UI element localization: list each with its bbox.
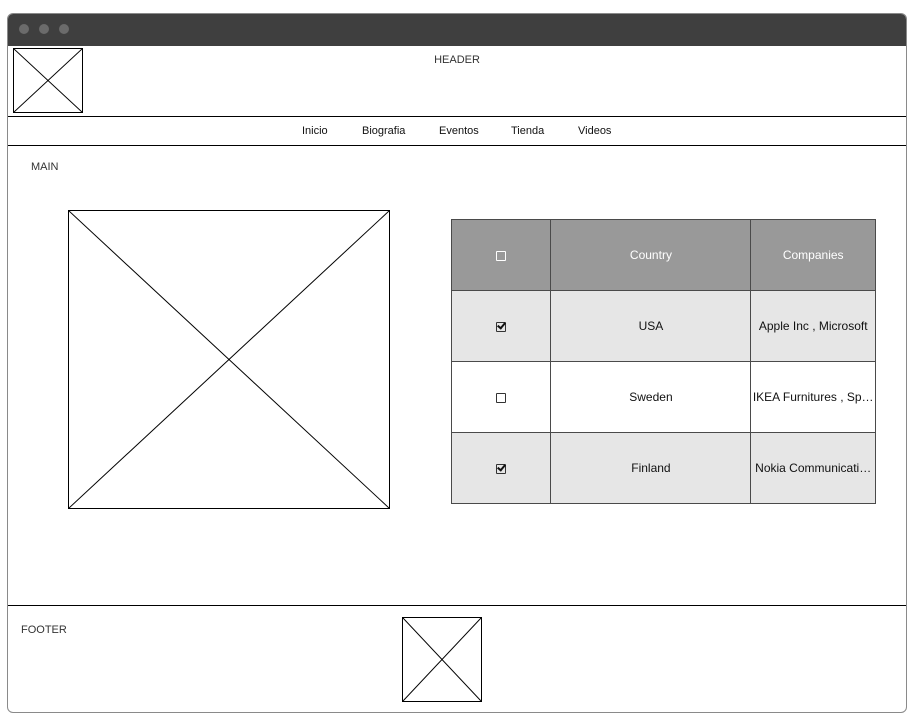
companies-cell: Nokia Communicati… bbox=[750, 432, 876, 504]
header-label: HEADER bbox=[434, 54, 480, 66]
nav-item-biografia[interactable]: Biografia bbox=[362, 125, 405, 137]
table-header-row: Country Companies bbox=[450, 219, 876, 291]
row-checkbox[interactable] bbox=[496, 392, 507, 403]
table-row[interactable]: USA Apple Inc , Microsoft bbox=[450, 290, 876, 362]
column-header-country[interactable]: Country bbox=[550, 219, 752, 291]
row-checkbox-cell bbox=[450, 361, 552, 433]
companies-cell: Apple Inc , Microsoft bbox=[750, 290, 876, 362]
table-row[interactable]: Sweden IKEA Furnitures , Sp… bbox=[450, 361, 876, 433]
maximize-dot-icon[interactable] bbox=[59, 24, 69, 34]
nav-item-eventos[interactable]: Eventos bbox=[439, 125, 479, 137]
companies-cell: IKEA Furnitures , Sp… bbox=[750, 361, 876, 433]
footer-label: FOOTER bbox=[21, 624, 67, 636]
country-cell: Finland bbox=[550, 432, 752, 504]
nav-item-videos[interactable]: Videos bbox=[578, 125, 611, 137]
select-all-checkbox[interactable] bbox=[496, 250, 507, 261]
minimize-dot-icon[interactable] bbox=[39, 24, 49, 34]
select-all-cell bbox=[450, 219, 552, 291]
main-image-placeholder bbox=[68, 210, 390, 509]
footer-divider bbox=[8, 605, 906, 606]
companies-table: Country Companies USA Apple Inc , Micros… bbox=[450, 219, 876, 504]
row-checkbox[interactable] bbox=[496, 463, 507, 474]
main-label: MAIN bbox=[31, 161, 59, 173]
footer-logo-placeholder bbox=[402, 617, 482, 702]
window-titlebar bbox=[8, 14, 906, 46]
nav-item-inicio[interactable]: Inicio bbox=[302, 125, 328, 137]
row-checkbox-cell bbox=[450, 290, 552, 362]
image-placeholder-icon bbox=[69, 211, 389, 508]
row-checkbox[interactable] bbox=[496, 321, 507, 332]
nav-item-tienda[interactable]: Tienda bbox=[511, 125, 544, 137]
close-dot-icon[interactable] bbox=[19, 24, 29, 34]
browser-window: HEADER Inicio Biografia Eventos Tienda V… bbox=[7, 13, 907, 713]
table-row[interactable]: Finland Nokia Communicati… bbox=[450, 432, 876, 504]
column-header-companies[interactable]: Companies bbox=[750, 219, 876, 291]
country-cell: Sweden bbox=[550, 361, 752, 433]
image-placeholder-icon bbox=[403, 618, 481, 701]
row-checkbox-cell bbox=[450, 432, 552, 504]
country-cell: USA bbox=[550, 290, 752, 362]
main-nav: Inicio Biografia Eventos Tienda Videos bbox=[8, 116, 906, 146]
